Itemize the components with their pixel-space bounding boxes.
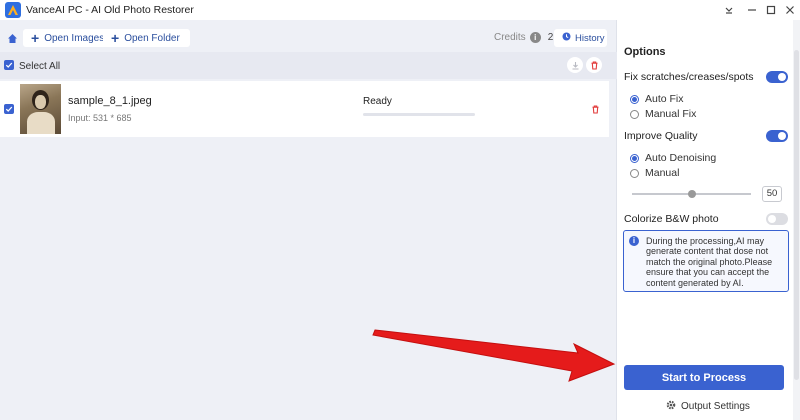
file-progress-bar	[363, 113, 475, 116]
slider-value-box[interactable]: 50	[762, 186, 782, 202]
manual-fix-label: Manual Fix	[645, 108, 697, 120]
file-name: sample_8_1.jpeg	[68, 95, 152, 107]
history-label: History	[575, 32, 605, 44]
options-title: Options	[624, 46, 666, 58]
delete-file-button[interactable]	[587, 101, 603, 117]
window-title: VanceAI PC - AI Old Photo Restorer	[26, 4, 194, 16]
credits-display: Credits i 2	[494, 32, 553, 43]
ai-notice-box: i During the processing,AI may generate …	[623, 230, 789, 292]
open-folder-button[interactable]: + Open Folder	[103, 29, 190, 47]
open-images-label: Open Images	[44, 32, 105, 44]
auto-denoising-radio[interactable]: Auto Denoising	[630, 152, 716, 164]
auto-denoising-label: Auto Denoising	[645, 152, 717, 164]
fix-scratches-label: Fix scratches/creases/spots	[624, 71, 754, 83]
main-panel: + Open Images + Open Folder Credits i 2 …	[0, 20, 617, 420]
fix-scratches-toggle[interactable]	[766, 71, 788, 83]
app-logo-icon	[5, 2, 21, 18]
output-settings-button[interactable]: Output Settings	[666, 400, 750, 413]
improve-quality-label: Improve Quality	[624, 130, 698, 142]
auto-fix-radio[interactable]: Auto Fix	[630, 93, 684, 105]
toolbar: + Open Images + Open Folder Credits i 2 …	[0, 29, 617, 49]
file-checkbox[interactable]	[4, 104, 14, 114]
maximize-button[interactable]	[764, 3, 778, 17]
close-button[interactable]	[783, 3, 797, 17]
home-icon[interactable]	[4, 30, 20, 46]
colorize-toggle[interactable]	[766, 213, 788, 225]
denoise-slider[interactable]	[632, 190, 751, 198]
select-bar: Select All	[0, 52, 617, 79]
history-button[interactable]: History	[554, 29, 607, 47]
download-all-button[interactable]	[567, 57, 583, 73]
delete-all-button[interactable]	[586, 57, 602, 73]
select-all-label: Select All	[19, 61, 61, 72]
ai-notice-text: During the processing,AI may generate co…	[646, 236, 773, 288]
options-sidebar: Options Fix scratches/creases/spots Auto…	[618, 20, 800, 420]
file-row[interactable]: sample_8_1.jpeg Input: 531 * 685 Ready	[0, 81, 609, 137]
pin-icon[interactable]	[722, 3, 736, 17]
manual-quality-radio[interactable]: Manual	[630, 167, 679, 179]
gear-icon	[666, 400, 676, 413]
slider-handle[interactable]	[687, 190, 696, 198]
clock-icon	[562, 32, 571, 44]
start-process-button[interactable]: Start to Process	[624, 365, 784, 390]
open-images-button[interactable]: + Open Images	[23, 29, 115, 47]
minimize-button[interactable]	[745, 3, 759, 17]
plus-icon: +	[111, 30, 120, 46]
info-icon[interactable]: i	[529, 32, 541, 43]
file-status: Ready	[363, 96, 392, 107]
output-settings-label: Output Settings	[681, 401, 750, 412]
credits-count: 2	[547, 32, 554, 43]
credits-label: Credits	[494, 32, 526, 43]
title-bar: VanceAI PC - AI Old Photo Restorer	[0, 0, 800, 20]
manual-fix-radio[interactable]: Manual Fix	[630, 108, 696, 120]
open-folder-label: Open Folder	[124, 32, 180, 44]
photo-thumbnail[interactable]	[20, 84, 61, 134]
improve-quality-toggle[interactable]	[766, 130, 788, 142]
plus-icon: +	[31, 30, 40, 46]
select-all-checkbox[interactable]	[4, 60, 14, 70]
info-icon: i	[629, 236, 639, 246]
file-dimensions: Input: 531 * 685	[68, 113, 132, 123]
sidebar-scrollbar[interactable]	[793, 20, 800, 420]
colorize-label: Colorize B&W photo	[624, 213, 719, 225]
auto-fix-label: Auto Fix	[645, 93, 684, 105]
manual-quality-label: Manual	[645, 167, 680, 179]
